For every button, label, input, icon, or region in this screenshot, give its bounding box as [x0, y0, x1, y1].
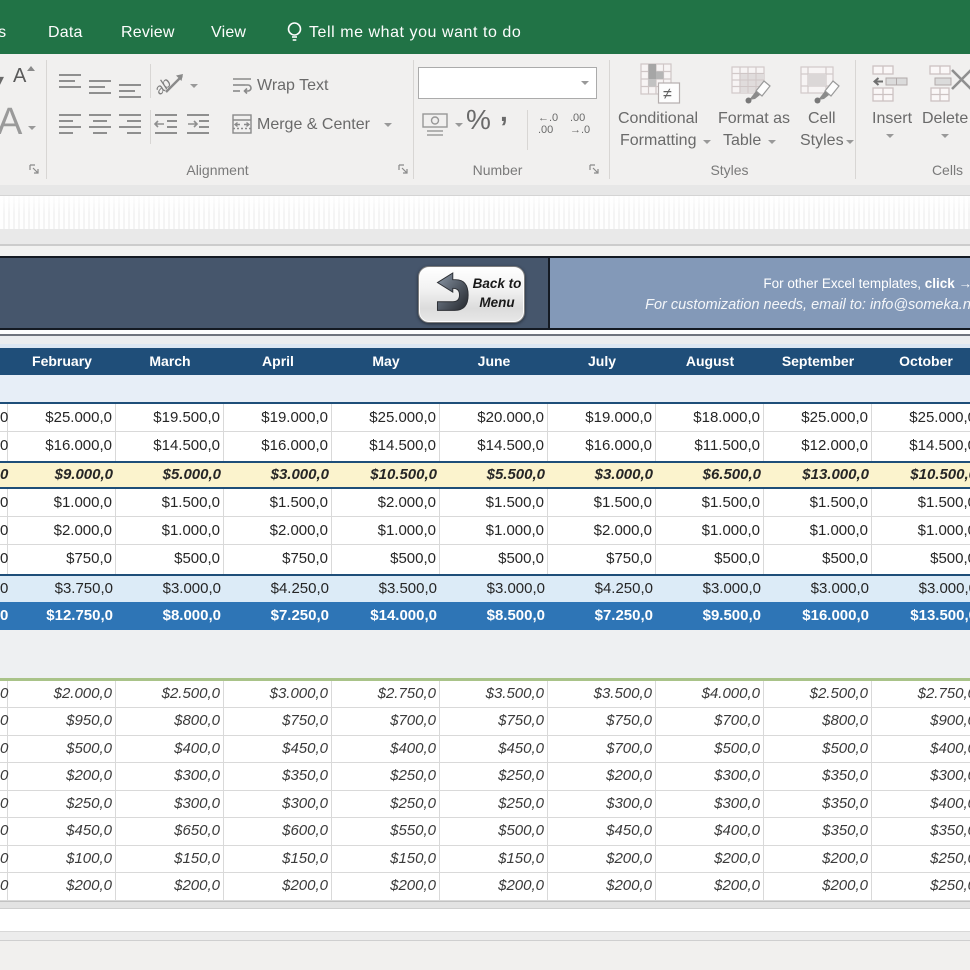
svg-text:≠: ≠ [663, 86, 672, 103]
